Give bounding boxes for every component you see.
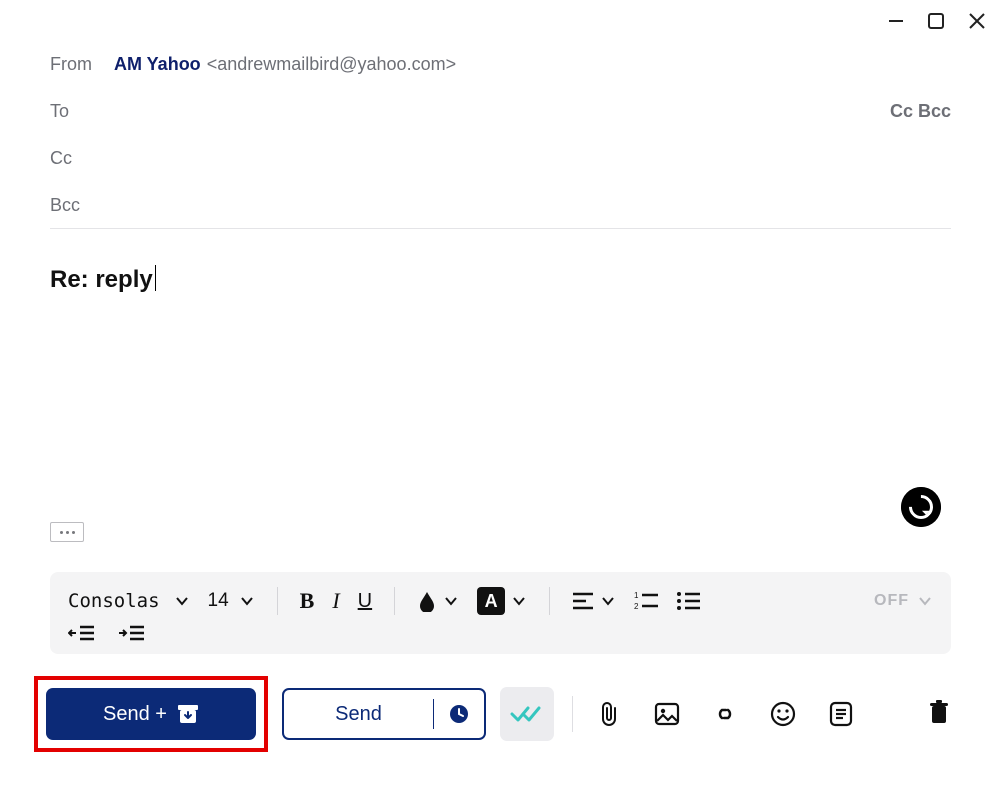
separator (394, 587, 395, 615)
align-button[interactable] (572, 592, 616, 610)
subject-text: Re: reply (50, 266, 153, 293)
chevron-down-icon (511, 593, 527, 609)
send-label: Send (284, 703, 433, 726)
to-label: To (50, 101, 110, 122)
annotation-highlight: Send + (34, 676, 268, 752)
text-cursor (155, 265, 156, 291)
header-divider (50, 228, 951, 229)
separator (549, 587, 550, 615)
ccbcc-toggle[interactable]: Cc Bcc (890, 101, 951, 122)
bold-button[interactable]: B (300, 588, 315, 614)
compose-header: From AM Yahoo <andrewmailbird@yahoo.com>… (50, 40, 951, 229)
to-row[interactable]: To Cc Bcc (50, 87, 951, 134)
template-icon (829, 701, 853, 727)
bullet-list-icon (676, 591, 700, 611)
action-bar: Send + Send (34, 672, 951, 756)
format-toolbar: Consolas 14 B I U A 1 2 (50, 572, 951, 654)
trash-icon (927, 699, 951, 725)
underline-button[interactable]: U (358, 590, 372, 613)
send-archive-label: Send + (103, 703, 167, 726)
chevron-down-icon (174, 593, 190, 609)
svg-text:1: 1 (634, 591, 639, 600)
highlight-a-icon: A (477, 587, 505, 615)
font-size-value: 14 (208, 590, 229, 612)
close-button[interactable] (967, 11, 987, 31)
svg-text:2: 2 (634, 602, 639, 611)
italic-button[interactable]: I (332, 588, 339, 614)
indent-icon (118, 624, 144, 642)
from-label: From (50, 54, 110, 75)
cc-label: Cc (50, 148, 110, 169)
text-color-button[interactable] (417, 590, 459, 612)
chevron-down-icon (917, 593, 933, 609)
from-row[interactable]: From AM Yahoo <andrewmailbird@yahoo.com> (50, 40, 951, 87)
bullet-list-button[interactable] (676, 591, 700, 611)
insert-link-button[interactable] (707, 702, 743, 726)
attach-file-button[interactable] (591, 701, 627, 727)
double-check-icon (510, 702, 544, 726)
outdent-icon (68, 624, 94, 642)
read-receipt-button[interactable] (500, 687, 554, 741)
tracking-off-label: OFF (874, 592, 909, 610)
align-left-icon (572, 592, 594, 610)
outdent-button[interactable] (68, 624, 94, 642)
ink-drop-icon (417, 590, 437, 612)
show-trimmed-content-button[interactable] (50, 522, 84, 542)
image-icon (654, 702, 680, 726)
clock-icon (448, 703, 470, 725)
chevron-down-icon (239, 593, 255, 609)
send-later-button[interactable] (434, 703, 484, 725)
send-button[interactable]: Send (282, 688, 486, 740)
message-body[interactable] (50, 305, 951, 558)
insert-emoji-button[interactable] (765, 701, 801, 727)
grammarly-icon[interactable] (901, 487, 941, 527)
read-tracking-toggle[interactable]: OFF (874, 592, 933, 610)
font-size-select[interactable]: 14 (208, 590, 255, 612)
discard-button[interactable] (927, 699, 951, 730)
font-family-select[interactable]: Consolas (68, 590, 190, 612)
archive-icon (177, 704, 199, 724)
chevron-down-icon (443, 593, 459, 609)
indent-button[interactable] (118, 624, 144, 642)
minimize-button[interactable] (887, 12, 905, 30)
separator (277, 587, 278, 615)
maximize-button[interactable] (927, 12, 945, 30)
subject-input[interactable]: Re: reply (50, 265, 951, 294)
font-family-value: Consolas (68, 590, 160, 612)
emoji-icon (770, 701, 796, 727)
from-account-name: AM Yahoo (114, 54, 201, 75)
highlight-color-button[interactable]: A (477, 587, 527, 615)
paperclip-icon (598, 701, 620, 727)
from-address: <andrewmailbird@yahoo.com> (207, 54, 456, 75)
bcc-row[interactable]: Bcc (50, 181, 951, 228)
insert-image-button[interactable] (649, 702, 685, 726)
link-icon (711, 702, 739, 726)
send-and-archive-button[interactable]: Send + (46, 688, 256, 740)
insert-template-button[interactable] (823, 701, 859, 727)
separator (572, 696, 573, 732)
numbered-list-icon: 1 2 (634, 591, 658, 611)
bcc-label: Bcc (50, 195, 110, 216)
numbered-list-button[interactable]: 1 2 (634, 591, 658, 611)
cc-row[interactable]: Cc (50, 134, 951, 181)
chevron-down-icon (600, 593, 616, 609)
